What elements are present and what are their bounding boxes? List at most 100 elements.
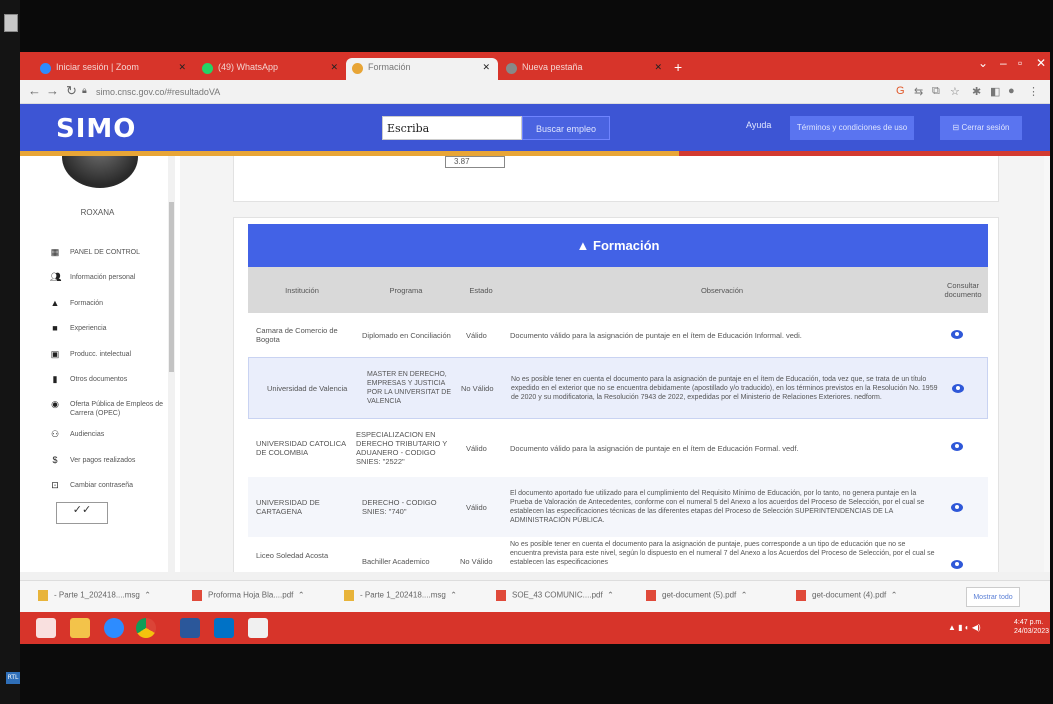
- close-icon[interactable]: ✕: [654, 62, 662, 73]
- chevron-up-icon[interactable]: ⌃: [889, 591, 898, 600]
- email-file-icon: [38, 590, 48, 601]
- new-tab-button[interactable]: +: [674, 59, 682, 75]
- app-window-icon[interactable]: [248, 618, 268, 638]
- cell-observacion: No es posible tener en cuenta el documen…: [510, 541, 935, 566]
- audience-icon: ⚇: [50, 429, 60, 439]
- cell-estado: No Válido: [460, 556, 493, 566]
- cell-observacion: No es posible tener en cuenta el documen…: [511, 375, 938, 401]
- chevron-up-icon[interactable]: ⌃: [448, 591, 457, 600]
- main-scrollbar[interactable]: [1044, 156, 1050, 576]
- chevron-down-icon[interactable]: ⌄: [978, 56, 988, 70]
- sidebar-item-produccion[interactable]: ▣ Producc. intelectual: [50, 350, 175, 359]
- close-icon[interactable]: ✕: [330, 62, 338, 73]
- download-item[interactable]: Proforma Hoja Bla....pdf ⌃: [192, 590, 305, 601]
- sidebar-item-personal[interactable]: 👥︎ Información personal: [50, 273, 175, 282]
- table-row: Camara de Comercio de Bogota Diplomado e…: [248, 314, 988, 356]
- cell-estado: Válido: [466, 502, 487, 512]
- briefcase-icon: ■: [52, 323, 58, 333]
- pdf-icon: [496, 590, 506, 601]
- download-item[interactable]: - Parte 1_202418....msg ⌃: [38, 590, 151, 601]
- pdf-icon: [646, 590, 656, 601]
- close-icon[interactable]: ✕: [482, 62, 490, 73]
- eye-icon[interactable]: [952, 384, 964, 393]
- minimize-icon[interactable]: –: [1000, 56, 1007, 70]
- horizontal-scrollbar[interactable]: [20, 572, 1050, 580]
- maximize-icon[interactable]: ▫: [1018, 56, 1022, 70]
- sidebar-item-panel[interactable]: ▦ PANEL DE CONTROL: [50, 248, 175, 257]
- avatar: [62, 156, 138, 188]
- cell-institucion: UNIVERSIDAD DE CARTAGENA: [256, 498, 320, 516]
- show-all-button[interactable]: Mostrar todo: [966, 587, 1020, 607]
- sidebar-item-otros-documentos[interactable]: ▮ Otros documentos: [50, 375, 175, 384]
- close-window-icon[interactable]: ✕: [1036, 56, 1046, 70]
- chevron-up-icon[interactable]: ⌃: [296, 591, 305, 600]
- download-item[interactable]: SOE_43 COMUNIC....pdf ⌃: [496, 590, 614, 601]
- table-header: Institución Programa Estado Observación …: [248, 267, 988, 313]
- document-icon: ▮: [52, 374, 58, 384]
- word-icon[interactable]: [180, 618, 200, 638]
- clock[interactable]: 4:47 p.m. 24/03/2023: [1014, 618, 1049, 636]
- download-item[interactable]: get-document (4).pdf ⌃: [796, 590, 897, 601]
- cell-estado: Válido: [466, 443, 487, 453]
- file-explorer-icon[interactable]: [70, 618, 90, 638]
- browser-window: Iniciar sesión | Zoom ✕ (49) WhatsApp ✕ Fo…: [20, 52, 1050, 644]
- menu-icon[interactable]: ⋮: [1028, 85, 1039, 98]
- sidepanel-icon[interactable]: ◧: [990, 85, 1000, 98]
- profile-icon[interactable]: ●: [1008, 85, 1015, 97]
- username: ROXANA: [80, 208, 115, 217]
- download-item[interactable]: - Parte 1_202418....msg ⌃: [344, 590, 457, 601]
- corner-badge-icon: RTL: [6, 672, 20, 684]
- chevron-up-icon[interactable]: ⌃: [142, 591, 151, 600]
- globe-icon: ◉: [51, 399, 59, 409]
- simo-logo[interactable]: SIMO: [56, 114, 136, 144]
- chevron-up-icon[interactable]: ⌃: [739, 591, 748, 600]
- windows-start-icon[interactable]: [36, 618, 56, 638]
- tab-whatsapp[interactable]: (49) WhatsApp ✕: [196, 58, 346, 80]
- help-link[interactable]: Ayuda: [746, 120, 771, 130]
- zoom-icon[interactable]: [104, 618, 124, 638]
- col-observacion: Observación: [700, 285, 744, 295]
- corner-file-icon: [4, 14, 18, 32]
- whatsapp-icon: [202, 63, 213, 74]
- eye-icon[interactable]: [951, 330, 963, 339]
- tab-nueva-pestana[interactable]: Nueva pestaña ✕: [500, 58, 670, 80]
- book-icon: ▣: [50, 349, 60, 359]
- tab-formacion[interactable]: Formación ✕: [346, 58, 498, 80]
- terms-button[interactable]: Términos y condiciones de uso: [790, 116, 914, 140]
- eye-icon[interactable]: [951, 442, 963, 451]
- eye-icon[interactable]: [951, 560, 963, 569]
- cell-institucion: Universidad de Valencia: [267, 383, 348, 393]
- sidebar-item-formacion[interactable]: ▲ Formación: [50, 299, 175, 308]
- forward-icon[interactable]: →: [46, 83, 59, 98]
- url-field[interactable]: simo.cnsc.gov.co/#resultadoVA: [96, 84, 220, 100]
- chevron-up-icon[interactable]: ⌃: [605, 591, 614, 600]
- eye-icon[interactable]: [951, 503, 963, 512]
- tab-bar: Iniciar sesión | Zoom ✕ (49) WhatsApp ✕ Fo…: [20, 52, 1050, 80]
- back-icon[interactable]: ←: [28, 83, 41, 98]
- system-tray[interactable]: ▲ ▮ ◐ ◀): [948, 623, 981, 632]
- extensions-icon[interactable]: ✱: [972, 85, 981, 98]
- install-icon[interactable]: ⧉: [932, 85, 940, 98]
- sidebar-item-pagos[interactable]: $ Ver pagos realizados: [50, 456, 175, 465]
- search-button[interactable]: Buscar empleo: [522, 116, 610, 140]
- sidebar-item-contrasena[interactable]: ⊡ Cambiar contraseña: [50, 481, 175, 490]
- sidebar-item-audiencias[interactable]: ⚇ Audiencias: [50, 430, 175, 439]
- sidebar-item-experiencia[interactable]: ■ Experiencia: [50, 324, 175, 333]
- outlook-icon[interactable]: [214, 618, 234, 638]
- logout-button[interactable]: ⊟ Cerrar sesión: [940, 116, 1022, 140]
- lock-icon: 🔒︎: [82, 85, 87, 95]
- sidebar-scroll-thumb[interactable]: [169, 202, 174, 372]
- reload-icon[interactable]: ↻: [66, 83, 77, 99]
- leaf-icon: [352, 63, 363, 74]
- sidebar-item-opec[interactable]: ◉ Oferta Pública de Empleos de Carrera (O…: [50, 400, 175, 418]
- close-icon[interactable]: ✕: [178, 62, 186, 73]
- cell-estado: Válido: [466, 330, 487, 340]
- download-item[interactable]: get-document (5).pdf ⌃: [646, 590, 747, 601]
- star-icon[interactable]: ☆: [950, 85, 960, 98]
- tab-zoom[interactable]: Iniciar sesión | Zoom ✕: [34, 58, 194, 80]
- cell-programa: DERECHO - CODIGO SNIES: "740": [362, 498, 437, 516]
- share-icon[interactable]: ⇆: [914, 85, 923, 98]
- chrome-icon[interactable]: [136, 618, 156, 638]
- search-input[interactable]: Escriba: [382, 116, 522, 140]
- google-icon[interactable]: G: [896, 85, 905, 97]
